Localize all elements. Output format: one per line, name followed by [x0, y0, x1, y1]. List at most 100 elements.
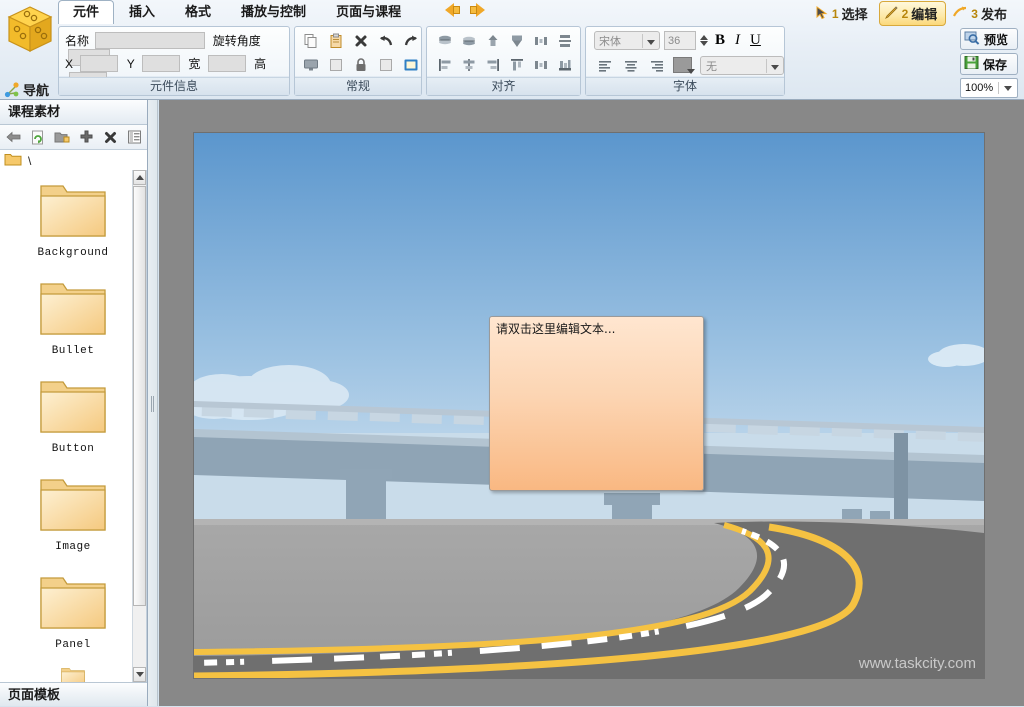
list-item[interactable] [0, 660, 146, 682]
blank2-icon[interactable] [375, 54, 397, 75]
list-item-label: Button [51, 443, 95, 455]
name-label: 名称 [65, 34, 90, 48]
y-label: Y [126, 56, 135, 71]
step-select[interactable]: 1 选择 [809, 1, 877, 26]
slide-canvas[interactable]: 请双击这里编辑文本... www.taskcity.com [194, 133, 984, 678]
folder-icon [61, 668, 85, 682]
save-button[interactable]: 保存 [960, 53, 1018, 75]
step-publish[interactable]: 3 发布 [948, 1, 1016, 26]
folder-icon [40, 185, 106, 237]
step-edit[interactable]: 2 编辑 [878, 1, 947, 26]
ribbon: 导航 元件 插入 格式 播放与控制 页面与课程 1 选择 2 编辑 3 发布 名… [0, 0, 1024, 100]
list-item[interactable]: Image [0, 464, 146, 562]
list-scrollbar[interactable] [132, 170, 146, 682]
scroll-down-button[interactable] [133, 667, 146, 682]
y-input[interactable] [142, 55, 181, 72]
zoom-select[interactable]: 100% [960, 78, 1018, 98]
align-up-icon[interactable] [482, 30, 504, 51]
preview-button[interactable]: 预览 [960, 28, 1018, 50]
rotation-label: 旋转角度 [212, 34, 261, 48]
width-input[interactable] [207, 55, 246, 72]
fill-icon[interactable] [400, 54, 422, 75]
font-size-stepper[interactable] [700, 35, 708, 46]
align-bottom-icon[interactable] [458, 30, 480, 51]
group-font: 宋体 36 B I U 无 字体 [585, 26, 785, 96]
delete-icon[interactable] [350, 30, 372, 51]
new-folder-icon[interactable] [51, 127, 73, 148]
workflow-steps: 1 选择 2 编辑 3 发布 [809, 1, 1016, 26]
list-item[interactable]: Bullet [0, 268, 146, 366]
page-template-button[interactable]: 页面模板 [0, 682, 147, 706]
text-element[interactable]: 请双击这里编辑文本... [489, 316, 704, 491]
tab-format[interactable]: 格式 [170, 0, 226, 24]
underline-button[interactable]: U [747, 32, 764, 49]
tab-element[interactable]: 元件 [58, 0, 115, 24]
undo-icon[interactable] [375, 30, 397, 51]
chevron-down-icon [766, 58, 783, 73]
align-down-icon[interactable] [506, 30, 528, 51]
x-input[interactable] [80, 55, 119, 72]
lock-icon[interactable] [350, 54, 372, 75]
distribute-v-icon[interactable] [554, 30, 576, 51]
navigation-label: 导航 [23, 83, 50, 98]
font-family-select[interactable]: 宋体 [594, 31, 660, 50]
text-effect-select[interactable]: 无 [700, 56, 784, 75]
text-align-right-icon[interactable] [646, 55, 668, 76]
material-list[interactable]: Background Bullet Button Image Panel [0, 170, 147, 682]
navigation-icon [4, 81, 20, 98]
list-view-icon[interactable] [123, 127, 145, 148]
space-h-icon[interactable] [530, 54, 552, 75]
refresh-icon[interactable] [27, 127, 49, 148]
step-select-label: 选择 [841, 7, 868, 22]
italic-button[interactable]: I [732, 32, 743, 49]
history-arrows [445, 2, 485, 18]
panel-toolbar [0, 125, 147, 150]
tab-insert[interactable]: 插入 [114, 0, 170, 24]
navigation-button[interactable]: 导航 [4, 80, 49, 99]
back-icon[interactable] [3, 127, 25, 148]
back-arrow-icon[interactable] [445, 2, 461, 18]
font-color-button[interactable] [672, 56, 696, 76]
group-element-info-title: 元件信息 [59, 77, 289, 95]
align-top-icon[interactable] [434, 30, 456, 51]
tab-playback-control[interactable]: 播放与控制 [226, 0, 321, 24]
list-item[interactable]: Panel [0, 562, 146, 660]
scroll-thumb[interactable] [133, 186, 146, 606]
path-value: \ [28, 154, 32, 168]
panel-splitter[interactable] [148, 100, 158, 706]
watermark: www.taskcity.com [858, 655, 976, 672]
chevron-down-icon [642, 33, 659, 48]
space-v-icon[interactable] [554, 54, 576, 75]
panel-title: 课程素材 [0, 100, 147, 125]
text-align-left-icon[interactable] [594, 55, 616, 76]
canvas-stage[interactable]: 请双击这里编辑文本... www.taskcity.com [159, 100, 1024, 706]
align-right-icon[interactable] [482, 54, 504, 75]
name-input[interactable] [95, 32, 206, 49]
list-item[interactable]: Background [0, 170, 146, 268]
folder-icon [4, 152, 22, 170]
redo-icon[interactable] [400, 30, 422, 51]
distribute-h-icon[interactable] [530, 30, 552, 51]
align-middle-icon[interactable] [506, 54, 528, 75]
ribbon-tabs: 元件 插入 格式 播放与控制 页面与课程 [58, 0, 416, 24]
paste-icon[interactable] [325, 30, 347, 51]
text-align-center-icon[interactable] [620, 55, 642, 76]
align-center-icon[interactable] [458, 54, 480, 75]
delete-icon[interactable] [99, 127, 121, 148]
screen-icon[interactable] [300, 54, 322, 75]
forward-arrow-icon[interactable] [469, 2, 485, 18]
blank-icon[interactable] [325, 54, 347, 75]
align-left-icon[interactable] [434, 54, 456, 75]
save-label: 保存 [983, 57, 1008, 72]
font-size-input[interactable]: 36 [664, 31, 696, 50]
tab-page-course[interactable]: 页面与课程 [321, 0, 416, 24]
step-edit-label: 编辑 [911, 7, 938, 22]
copy-icon[interactable] [300, 30, 322, 51]
scroll-up-button[interactable] [133, 170, 146, 185]
bold-button[interactable]: B [712, 32, 728, 49]
add-icon[interactable] [75, 127, 97, 148]
list-item[interactable]: Button [0, 366, 146, 464]
list-item-label: Panel [55, 639, 91, 651]
folder-icon [40, 381, 106, 433]
group-general-title: 常规 [295, 77, 421, 95]
